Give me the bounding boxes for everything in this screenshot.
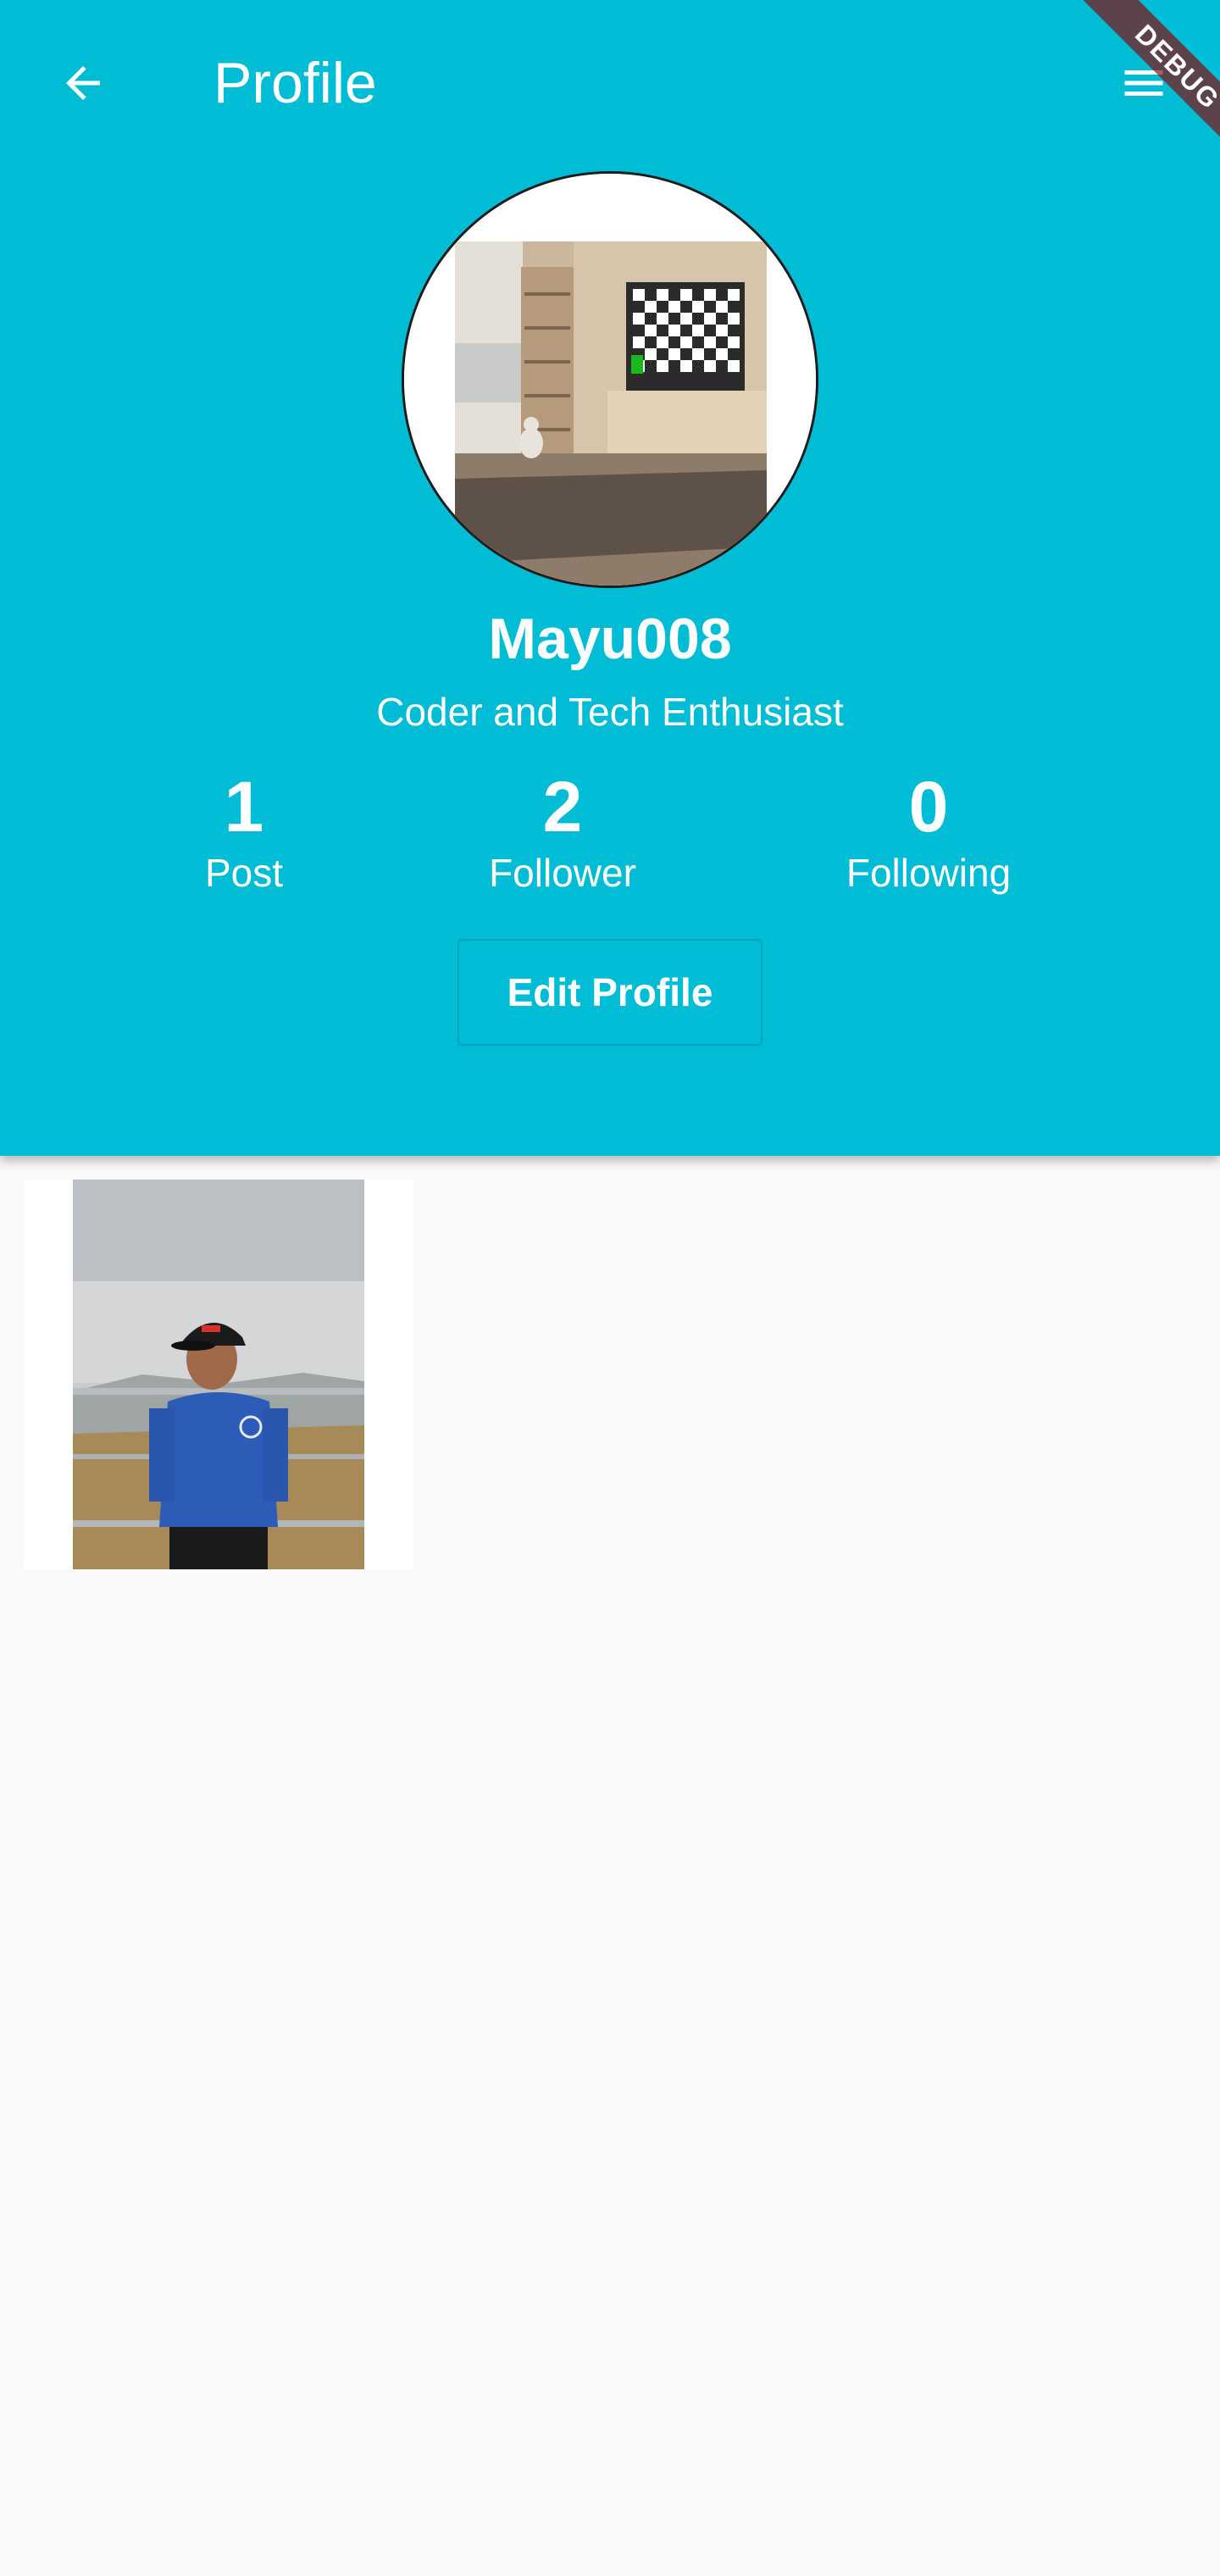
avatar[interactable] <box>402 171 818 588</box>
profile-header: Profile DEBUG Mayu008 Coder and Tech Ent… <box>0 0 1220 1156</box>
back-button[interactable] <box>41 41 125 125</box>
stat-followers-value: 2 <box>542 767 583 847</box>
stat-posts[interactable]: 1 Post <box>108 764 380 897</box>
page-title: Profile <box>214 51 377 115</box>
user-bio: Coder and Tech Enthusiast <box>376 690 844 734</box>
stat-following-label: Following <box>846 851 1012 895</box>
stat-followers-label: Follower <box>489 851 636 895</box>
living-room-photo <box>404 174 816 586</box>
stat-followers[interactable]: 2 Follower <box>427 764 698 897</box>
man-blue-hoodie-photo <box>24 1180 413 1569</box>
menu-icon <box>1124 70 1163 96</box>
stat-posts-value: 1 <box>224 767 264 847</box>
arrow-back-icon <box>66 66 100 100</box>
menu-button[interactable] <box>1101 41 1186 125</box>
stat-following[interactable]: 0 Following <box>793 764 1064 897</box>
stat-posts-label: Post <box>204 851 284 895</box>
app-bar: Profile <box>0 0 1220 169</box>
username: Mayu008 <box>488 607 732 671</box>
edit-profile-button[interactable]: Edit Profile <box>458 939 762 1046</box>
post-thumbnail[interactable] <box>24 1180 413 1569</box>
stat-following-value: 0 <box>908 767 949 847</box>
